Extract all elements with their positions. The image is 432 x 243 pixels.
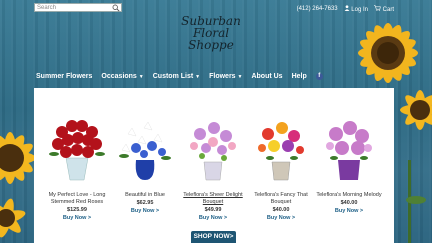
buy-now-link[interactable]: Buy Now >	[180, 215, 246, 221]
login-link[interactable]: Log In	[344, 5, 368, 13]
product-name[interactable]: Teleflora's Fancy That Bouquet	[248, 192, 314, 206]
site-header: Search Suburban Floral Shoppe (412) 264-…	[0, 0, 432, 70]
product-card[interactable]: Teleflora's Fancy That Bouquet $40.00 Bu…	[248, 88, 314, 221]
product-name[interactable]: Teleflora's Morning Melody	[316, 192, 382, 199]
cart-icon	[373, 5, 381, 11]
search-placeholder: Search	[37, 5, 57, 11]
nav-occasions[interactable]: Occasions ▼	[101, 73, 143, 80]
cart-link[interactable]: Cart	[373, 5, 394, 13]
product-name[interactable]: Beautiful in Blue	[112, 192, 178, 199]
user-icon	[344, 5, 350, 11]
cart-label: Cart	[382, 7, 394, 13]
nav-flowers[interactable]: Flowers ▼	[209, 73, 242, 80]
product-name[interactable]: Teleflora's Sheer Delight Bouquet	[180, 192, 246, 206]
product-price: $49.99	[204, 207, 222, 213]
main-nav: Summer Flowers Occasions ▼ Custom List ▼…	[36, 73, 323, 80]
product-panel: My Perfect Love - Long Stemmed Red Roses…	[34, 88, 394, 243]
product-price: $40.00	[272, 207, 290, 213]
login-label: Log In	[351, 7, 368, 13]
caret-down-icon: ▼	[237, 74, 243, 80]
red-roses-image[interactable]	[44, 114, 110, 182]
nav-occasions-label: Occasions	[101, 73, 137, 80]
nav-summer-flowers[interactable]: Summer Flowers	[36, 73, 92, 80]
sunflower-right-decoration	[400, 90, 432, 243]
search-icon[interactable]	[112, 4, 120, 12]
caret-down-icon: ▼	[195, 74, 201, 80]
nav-custom-list-label: Custom List	[152, 73, 194, 80]
facebook-icon[interactable]: f	[315, 73, 323, 80]
product-card[interactable]: My Perfect Love - Long Stemmed Red Roses…	[44, 88, 110, 221]
product-price: $40.00	[340, 200, 358, 206]
phone-number[interactable]: (412) 264-7633	[297, 6, 338, 12]
search-input[interactable]: Search	[34, 3, 122, 12]
caret-down-icon: ▼	[138, 74, 144, 80]
top-utility-bar: (412) 264-7633 Log In Cart	[297, 5, 394, 13]
blue-bouquet-image[interactable]	[112, 114, 178, 182]
product-card[interactable]: Teleflora's Morning Melody $40.00 Buy No…	[316, 88, 382, 214]
product-price: $125.99	[67, 207, 87, 213]
buy-now-link[interactable]: Buy Now >	[44, 215, 110, 221]
nav-help[interactable]: Help	[292, 73, 307, 80]
nav-custom-list[interactable]: Custom List ▼	[153, 73, 200, 80]
nav-about-us[interactable]: About Us	[251, 73, 282, 80]
buy-now-link[interactable]: Buy Now >	[248, 215, 314, 221]
buy-now-link[interactable]: Buy Now >	[316, 208, 382, 214]
fancy-that-bouquet-image[interactable]	[248, 114, 314, 182]
product-card[interactable]: Teleflora's Sheer Delight Bouquet $49.99…	[180, 88, 246, 221]
buy-now-link[interactable]: Buy Now >	[112, 208, 178, 214]
nav-flowers-label: Flowers	[209, 73, 236, 80]
logo-line-3: Shoppe	[188, 38, 234, 52]
site-logo[interactable]: Suburban Floral Shoppe	[172, 15, 250, 51]
morning-melody-image[interactable]	[316, 114, 382, 182]
product-price: $62.95	[136, 200, 154, 206]
shop-now-button[interactable]: SHOP NOW>	[191, 231, 236, 243]
product-name[interactable]: My Perfect Love - Long Stemmed Red Roses	[44, 192, 110, 206]
product-card[interactable]: Beautiful in Blue $62.95 Buy Now >	[112, 88, 178, 214]
sheer-delight-bouquet-image[interactable]	[180, 114, 246, 182]
